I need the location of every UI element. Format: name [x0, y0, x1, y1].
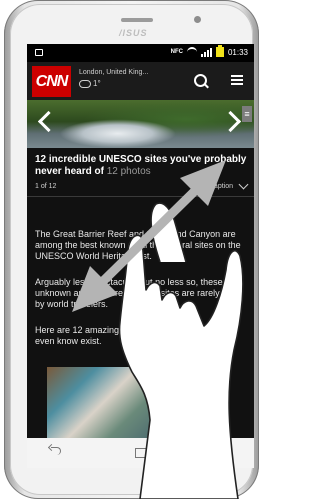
hand-illustration: [118, 234, 244, 499]
pinch-gesture-overlay: [72, 160, 244, 499]
